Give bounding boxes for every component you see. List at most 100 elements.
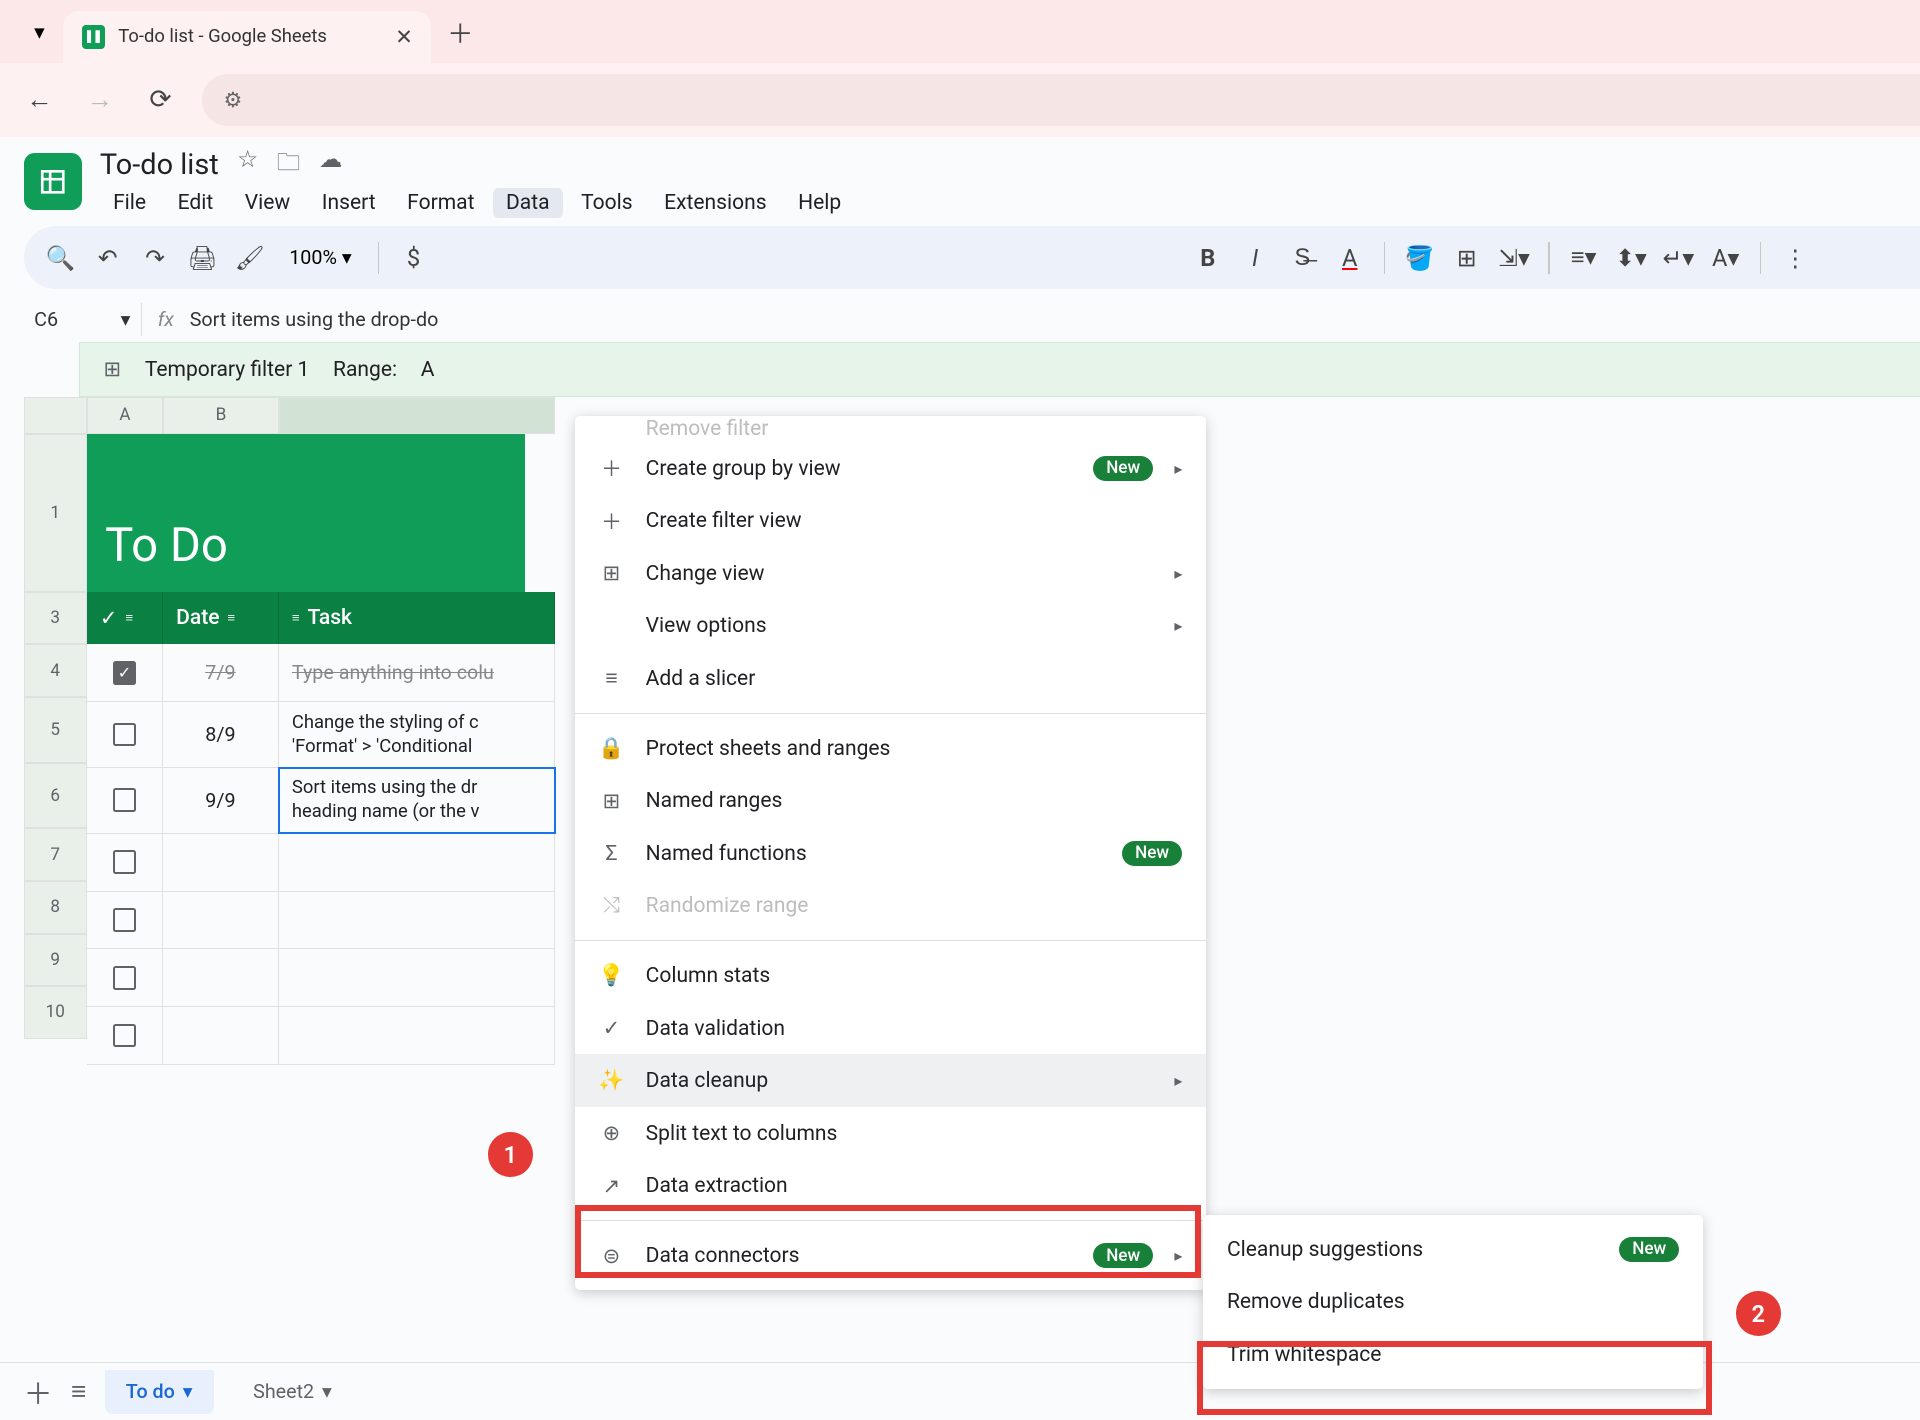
row-header[interactable]: 1 xyxy=(24,434,87,592)
undo-icon[interactable]: ↶ xyxy=(89,239,126,276)
menu-data[interactable]: Data xyxy=(493,188,563,218)
formula-input[interactable]: Sort items using the drop-do xyxy=(190,308,439,331)
row-header[interactable]: 8 xyxy=(24,881,87,934)
tab-search-button[interactable]: ▾ xyxy=(16,8,63,55)
menu-item-named-functions[interactable]: ΣNamed functionsNew xyxy=(575,827,1206,880)
checkbox-cell[interactable] xyxy=(87,949,163,1006)
rotate-icon[interactable]: A▾ xyxy=(1707,239,1744,276)
sheets-logo-icon[interactable] xyxy=(24,153,82,211)
menu-item-data-cleanup[interactable]: ✨Data cleanup▸ xyxy=(575,1054,1206,1107)
search-icon[interactable]: 🔍 xyxy=(42,239,79,276)
task-cell-selected[interactable]: Sort items using the dr heading name (or… xyxy=(279,768,555,833)
checkbox-cell[interactable] xyxy=(87,768,163,833)
checkbox-cell[interactable] xyxy=(87,892,163,949)
menu-item-data-validation[interactable]: ✓Data validation xyxy=(575,1002,1206,1055)
document-title[interactable]: To-do list xyxy=(100,148,219,182)
redo-icon[interactable]: ↷ xyxy=(137,239,174,276)
halign-icon[interactable]: ≡▾ xyxy=(1565,239,1602,276)
address-bar[interactable]: ⚙ ☆ xyxy=(202,74,1920,127)
row-header[interactable]: 6 xyxy=(24,763,87,829)
cloud-status-icon[interactable]: ☁ xyxy=(319,145,343,185)
paint-format-icon[interactable]: 🖌 xyxy=(231,239,268,276)
title-cell[interactable]: To Do xyxy=(87,434,525,592)
date-cell[interactable]: 9/9 xyxy=(163,768,279,833)
checkbox-cell[interactable] xyxy=(87,834,163,891)
menu-item-column-stats[interactable]: 💡Column stats xyxy=(575,949,1206,1002)
browser-tab-active[interactable]: To-do list - Google Sheets ✕ xyxy=(63,11,431,64)
row-header[interactable]: 9 xyxy=(24,934,87,987)
header-checkbox[interactable]: ✓ ≡ xyxy=(87,592,163,645)
menu-item-named-ranges[interactable]: ⊞Named ranges xyxy=(575,774,1206,827)
text-color-icon[interactable]: A xyxy=(1331,239,1368,276)
menu-item-data-connectors[interactable]: ⊜Data connectorsNew▸ xyxy=(575,1229,1206,1282)
task-cell[interactable]: Type anything into colu xyxy=(279,644,555,701)
col-header-c[interactable] xyxy=(279,397,555,434)
menu-item-create-filter-view[interactable]: ＋Create filter view xyxy=(575,494,1206,547)
menu-item-data-extraction[interactable]: ↗Data extraction xyxy=(575,1160,1206,1213)
filter-view-name[interactable]: Temporary filter 1 xyxy=(145,357,310,382)
back-button[interactable]: ← xyxy=(21,82,58,119)
new-tab-button[interactable]: ＋ xyxy=(447,12,473,51)
menu-file[interactable]: File xyxy=(100,188,159,218)
menu-view[interactable]: View xyxy=(232,188,304,218)
date-cell[interactable]: 8/9 xyxy=(163,702,279,767)
header-task[interactable]: ≡ Task xyxy=(279,592,555,645)
menu-item-remove-filter[interactable]: Remove filter xyxy=(575,416,1206,442)
zoom-select[interactable]: 100% ▾ xyxy=(279,246,363,269)
site-settings-icon[interactable]: ⚙ xyxy=(223,87,249,113)
more-icon[interactable]: ⋮ xyxy=(1777,239,1814,276)
menu-format[interactable]: Format xyxy=(394,188,488,218)
currency-icon[interactable]: $ xyxy=(395,239,432,276)
checkbox-cell[interactable] xyxy=(87,1007,163,1064)
menu-item-split-text-to-columns[interactable]: ⊕Split text to columns xyxy=(575,1107,1206,1160)
reload-button[interactable]: ⟳ xyxy=(142,82,179,119)
forward-button[interactable]: → xyxy=(82,82,119,119)
wrap-icon[interactable]: ↵▾ xyxy=(1660,239,1697,276)
fill-color-icon[interactable]: 🪣 xyxy=(1401,239,1438,276)
checkbox-cell[interactable]: ✓ xyxy=(87,644,163,701)
filter-range-value[interactable]: A xyxy=(421,357,435,382)
row-header[interactable]: 5 xyxy=(24,697,87,763)
menu-edit[interactable]: Edit xyxy=(164,188,226,218)
menu-item-view-options[interactable]: View options▸ xyxy=(575,600,1206,653)
task-cell[interactable]: Change the styling of c 'Format' > 'Cond… xyxy=(279,702,555,767)
col-header-a[interactable]: A xyxy=(87,397,163,434)
star-icon[interactable]: ☆ xyxy=(237,145,258,185)
merge-icon[interactable]: ⇲▾ xyxy=(1496,239,1533,276)
menu-extensions[interactable]: Extensions xyxy=(651,188,780,218)
menu-insert[interactable]: Insert xyxy=(309,188,389,218)
menu-tools[interactable]: Tools xyxy=(568,188,646,218)
table-row xyxy=(87,834,555,892)
select-all-corner[interactable] xyxy=(24,397,87,434)
menu-item-add-a-slicer[interactable]: ≡Add a slicer xyxy=(575,652,1206,705)
menu-help[interactable]: Help xyxy=(785,188,854,218)
name-box[interactable]: C6▾ xyxy=(24,303,142,337)
sheet-tab-todo[interactable]: To do▾ xyxy=(105,1370,214,1414)
row-header[interactable]: 4 xyxy=(24,644,87,697)
italic-icon[interactable]: I xyxy=(1237,239,1274,276)
row-header[interactable]: 3 xyxy=(24,592,87,645)
header-date[interactable]: Date ≡ xyxy=(163,592,279,645)
sheets-favicon xyxy=(82,25,106,49)
row-header[interactable]: 7 xyxy=(24,828,87,881)
menu-item-create-group-by-view[interactable]: ＋Create group by viewNew▸ xyxy=(575,442,1206,495)
close-tab-icon[interactable]: ✕ xyxy=(395,24,413,50)
submenu-item-cleanup-suggestions[interactable]: Cleanup suggestionsNew xyxy=(1203,1223,1703,1276)
col-header-b[interactable]: B xyxy=(163,397,279,434)
date-cell[interactable]: 7/9 xyxy=(163,644,279,701)
strikethrough-icon[interactable]: S̶ xyxy=(1284,239,1321,276)
submenu-item-remove-duplicates[interactable]: Remove duplicates xyxy=(1203,1276,1703,1329)
all-sheets-icon[interactable]: ≡ xyxy=(71,1376,86,1407)
sheet-tab-sheet2[interactable]: Sheet2▾ xyxy=(232,1370,353,1414)
menu-item-protect-sheets-and-ranges[interactable]: 🔒Protect sheets and ranges xyxy=(575,722,1206,775)
submenu-item-trim-whitespace[interactable]: Trim whitespace xyxy=(1203,1328,1703,1381)
add-sheet-icon[interactable]: ＋ xyxy=(24,1371,53,1413)
bold-icon[interactable]: B xyxy=(1189,239,1226,276)
borders-icon[interactable]: ⊞ xyxy=(1448,239,1485,276)
menu-item-change-view[interactable]: ⊞Change view▸ xyxy=(575,547,1206,600)
move-icon[interactable]: 🗀 xyxy=(277,145,301,185)
checkbox-cell[interactable] xyxy=(87,702,163,767)
print-icon[interactable]: 🖨 xyxy=(184,239,221,276)
valign-icon[interactable]: ⬍▾ xyxy=(1613,239,1650,276)
row-header[interactable]: 10 xyxy=(24,986,87,1039)
